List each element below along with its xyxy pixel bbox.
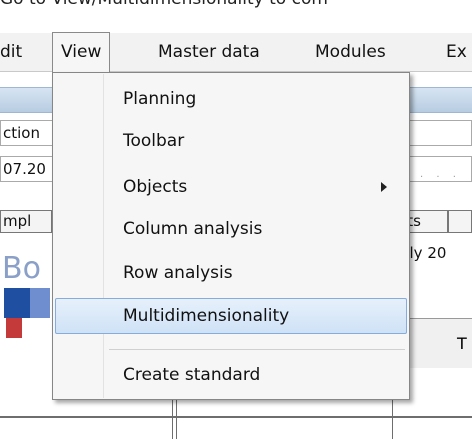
menu-master-data[interactable]: Master data xyxy=(158,33,260,71)
grid-line-v1 xyxy=(172,400,173,439)
scroll-grip: · · · xyxy=(420,172,461,183)
tutorial-caption: Go to View/Multidimensionality to com xyxy=(0,0,472,11)
menu-bar: dit View Master data Modules Ex xyxy=(0,32,472,73)
menu-item-column-analysis[interactable]: Column analysis xyxy=(55,211,407,247)
menu-item-multidimensionality[interactable]: Multidimensionality xyxy=(55,298,407,334)
menu-extras[interactable]: Ex xyxy=(446,33,467,71)
menu-modules[interactable]: Modules xyxy=(315,33,386,71)
menu-separator xyxy=(109,349,405,350)
svg-text:Bo: Bo xyxy=(2,251,41,286)
menu-item-create-standard[interactable]: Create standard xyxy=(55,357,407,393)
board-logo-icon: Bo xyxy=(2,251,50,338)
grid-line-v2 xyxy=(176,400,177,439)
menu-item-row-analysis[interactable]: Row analysis xyxy=(55,255,407,291)
submenu-arrow-icon xyxy=(381,182,387,192)
menu-item-toolbar[interactable]: Toolbar xyxy=(55,123,407,159)
tab-samples[interactable]: mpl xyxy=(0,210,52,232)
menu-item-objects-label: Objects xyxy=(123,177,188,197)
menu-item-planning[interactable]: Planning xyxy=(55,81,407,117)
menu-item-objects[interactable]: Objects xyxy=(55,169,407,205)
menu-view[interactable]: View xyxy=(52,32,111,73)
menu-edit[interactable]: dit xyxy=(0,33,22,71)
view-menu-dropdown: Planning Toolbar Objects Column analysis… xyxy=(52,72,410,400)
tab-next[interactable] xyxy=(448,210,472,232)
grid-line-h1 xyxy=(0,416,472,418)
